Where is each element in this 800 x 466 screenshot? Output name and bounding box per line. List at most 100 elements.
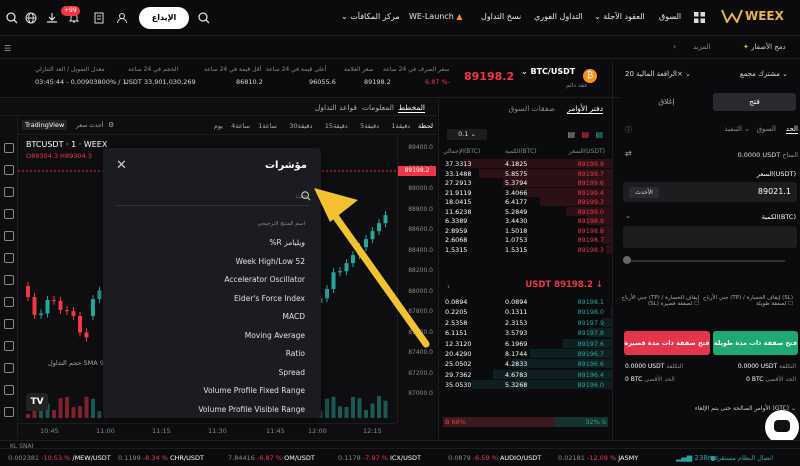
chevron-left-icon[interactable]: ‹: [673, 42, 676, 51]
open-short-button[interactable]: فتح صفقة ذات مدة قصيرة: [624, 331, 710, 355]
tab-market-trades[interactable]: صفقات السوق: [509, 104, 555, 113]
merge-zeros[interactable]: ✦ دمج الأصفار: [743, 43, 786, 51]
time-scale[interactable]: 10:45 11:00 11:15 11:30 11:45 12:00 12:15: [18, 423, 396, 439]
fib-icon[interactable]: [4, 187, 14, 197]
ruler-icon[interactable]: [4, 275, 14, 285]
leverage-select[interactable]: الرافعة المالية 20× ⌄: [625, 70, 691, 78]
tab-market[interactable]: السوق: [757, 125, 776, 133]
last-price-select[interactable]: أحدث سعر: [76, 122, 103, 129]
info-icon[interactable]: ⓘ: [625, 125, 632, 135]
deposit-button[interactable]: الإيداع: [139, 7, 189, 29]
menu-icon[interactable]: ☰: [4, 44, 11, 53]
bid-row[interactable]: 89197.6 6.1969 12.3120: [439, 338, 612, 348]
eye-icon[interactable]: [4, 363, 14, 373]
indicator-item[interactable]: Moving Average: [245, 331, 305, 340]
close-icon[interactable]: ✕: [116, 158, 127, 173]
timeframe-3[interactable]: 15دقيقة: [325, 122, 348, 130]
orders-icon[interactable]: [91, 10, 107, 26]
open-tab[interactable]: فتح: [713, 93, 796, 111]
tradingview-toggle[interactable]: TradingView: [22, 120, 68, 130]
weex-logo[interactable]: WEEX: [721, 9, 784, 23]
chevron-right-icon[interactable]: ›: [447, 282, 450, 291]
ticker-item[interactable]: 7.84416 -6.87 % OM/USDT: [228, 454, 315, 462]
bid-row[interactable]: 89197.9 2.3153 2.5358: [439, 317, 612, 327]
tab-limit[interactable]: الحد: [785, 125, 798, 134]
timeframe-1[interactable]: 1دقيقة: [391, 122, 410, 130]
indicator-item[interactable]: Spread: [279, 368, 305, 377]
indicator-item[interactable]: Week High/Low 52: [236, 257, 305, 266]
bid-row[interactable]: 89196.0 5.3268 35.0530: [439, 380, 612, 390]
bid-row[interactable]: 89196.7 8.1744 20.4290: [439, 349, 612, 358]
pattern-icon[interactable]: [4, 253, 14, 263]
tab-chart[interactable]: المخطط: [398, 103, 425, 113]
cursor-icon[interactable]: [4, 143, 14, 153]
timeframe-7[interactable]: يوم: [214, 122, 223, 130]
pair-selector[interactable]: ⌄ BTC/USDT: [521, 67, 575, 76]
ticker-item[interactable]: 0.1178 -7.97 % ICX/USDT: [338, 454, 421, 462]
ask-row[interactable]: 89198.7 1.0753 2.6068: [439, 235, 612, 244]
search-icon[interactable]: [196, 10, 212, 26]
chevron-down-icon[interactable]: ⌄: [625, 212, 631, 220]
gear-icon[interactable]: [4, 407, 14, 417]
indicator-search-input[interactable]: بحث: [115, 190, 311, 206]
magnet-icon[interactable]: [4, 319, 14, 329]
timeframe-0[interactable]: لحظة: [418, 122, 433, 130]
bids-view-icon[interactable]: ▤: [567, 130, 575, 139]
nav-market[interactable]: السوق: [659, 12, 681, 21]
nav-spot[interactable]: التداول الفوري: [534, 12, 583, 21]
globe-icon[interactable]: [23, 10, 39, 26]
ask-row[interactable]: 89199.6 5.3794 27.2913: [439, 178, 612, 187]
timeframe-2[interactable]: 5دقيقة: [360, 122, 379, 130]
download-icon[interactable]: [44, 10, 60, 26]
tab-info[interactable]: المعلومات: [362, 103, 394, 112]
timeframe-4[interactable]: 30دقيقة: [289, 122, 312, 130]
ask-row[interactable]: 89198.8 1.5018 2.8959: [439, 225, 612, 235]
brush-icon[interactable]: [4, 209, 14, 219]
nav-rewards[interactable]: ⌄ مركز المكافآت: [341, 12, 400, 21]
ticker-item[interactable]: 0.002381 -10.53 % /MEW/USDT: [8, 454, 111, 462]
qty-slider[interactable]: [625, 260, 785, 262]
ask-row[interactable]: 89199.0 5.2849 11.6238: [439, 206, 612, 216]
ask-row[interactable]: 89199.7 5.8575 33.1488: [439, 168, 612, 178]
indicator-item[interactable]: Accelerator Oscillator: [224, 275, 305, 284]
trendline-icon[interactable]: [4, 165, 14, 175]
timeframe-6[interactable]: 4ساعة: [231, 122, 250, 130]
margin-mode[interactable]: مشترك مجمع ⌄: [740, 70, 788, 78]
both-view-icon[interactable]: ▤: [595, 130, 603, 139]
ticker-item[interactable]: 0.1199 -8.34 % CHR/USDT: [118, 454, 204, 462]
ask-row[interactable]: 89199.3 6.4177 18.0415: [439, 197, 612, 206]
nav-copy[interactable]: نسخ التداول: [481, 12, 521, 21]
settings-icon[interactable]: ⚙: [108, 121, 114, 129]
grid-menu-icon[interactable]: [692, 10, 706, 24]
search-more[interactable]: المزيد: [693, 43, 711, 51]
ticker-item[interactable]: 0.0879 -6.59 % AUDIO/USDT: [448, 454, 541, 462]
tradingview-logo[interactable]: TV: [26, 393, 48, 411]
transfer-icon[interactable]: ⇄: [625, 149, 632, 158]
trash-icon[interactable]: [4, 385, 14, 395]
timeframe-5[interactable]: 1ساعة: [258, 122, 277, 130]
price-input[interactable]: الأحدث 89021.1: [623, 182, 797, 202]
ticker-item[interactable]: 0.02181 -12.09 % JASMY: [558, 454, 638, 462]
slider-handle[interactable]: [623, 256, 631, 264]
bid-row[interactable]: 89198.0 0.1311 0.2205: [439, 307, 612, 317]
user-icon[interactable]: [114, 10, 130, 26]
indicator-item[interactable]: Volume Profile Fixed Range: [203, 386, 305, 395]
tab-rules[interactable]: قواعد التداول: [315, 103, 357, 112]
bid-row[interactable]: 89196.6 4.2833 25.0502: [439, 359, 612, 369]
ask-row[interactable]: 89199.9 4.1825 37.3313: [439, 159, 612, 168]
tab-trigger[interactable]: التنفيذ ⌄: [724, 125, 750, 133]
close-tab[interactable]: إغلاق: [625, 93, 708, 111]
zoom-icon[interactable]: [4, 297, 14, 307]
nav-launch[interactable]: WE-Launch ▲: [409, 12, 463, 21]
tp-sl-short[interactable]: جني الأرباح (TP) / إيقاف الخسارة (SL) لص…: [617, 295, 699, 307]
text-icon[interactable]: [4, 231, 14, 241]
bid-row[interactable]: 89198.1 0.0894 0.0894: [439, 297, 612, 306]
bid-row[interactable]: 89197.8 3.5793 6.1151: [439, 328, 612, 338]
ask-row[interactable]: 89198.9 3.4430 6.3389: [439, 216, 612, 225]
lock-icon[interactable]: [4, 341, 14, 351]
latest-price-button[interactable]: الأحدث: [629, 187, 659, 198]
ask-row[interactable]: 89198.3 1.5315 1.5315: [439, 244, 612, 254]
qty-input[interactable]: [623, 226, 797, 248]
indicator-item[interactable]: Elder's Force Index: [234, 294, 305, 303]
ask-row[interactable]: 89199.4 3.4066 21.9119: [439, 187, 612, 197]
